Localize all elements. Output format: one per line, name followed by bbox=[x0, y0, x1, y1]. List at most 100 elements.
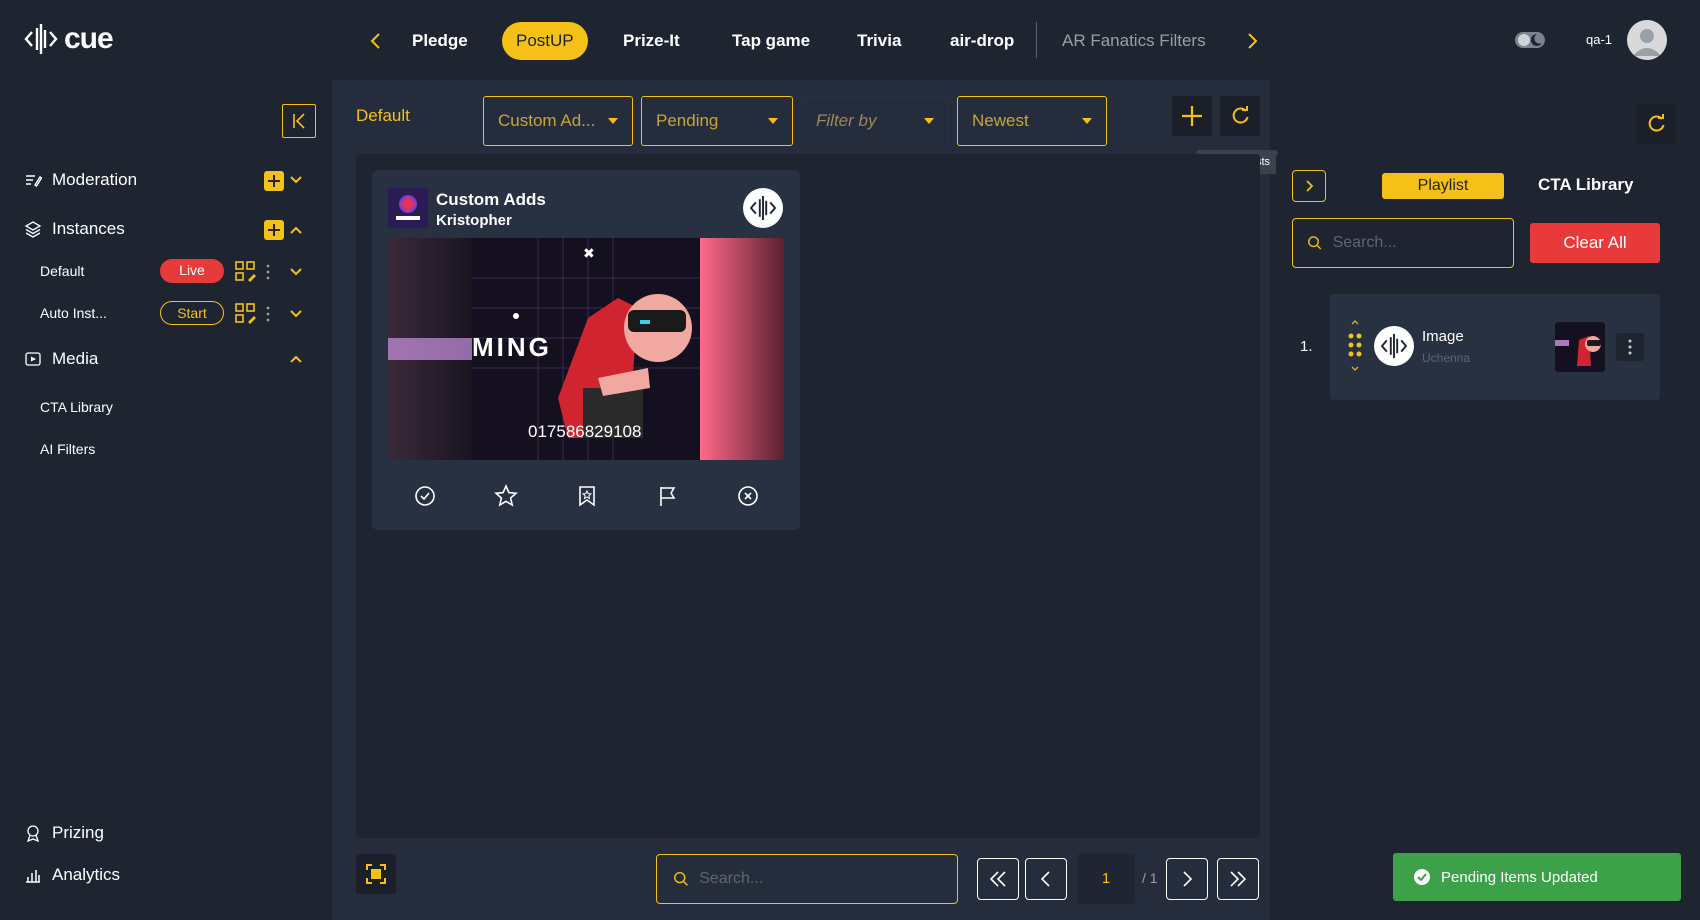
logo-text: cue bbox=[64, 22, 114, 55]
tab-postup[interactable]: PostUP bbox=[502, 22, 588, 60]
sidebar-item-ai-filters[interactable]: AI Filters bbox=[40, 441, 95, 457]
playlist-search[interactable] bbox=[1292, 218, 1514, 268]
tab-tap-game[interactable]: Tap game bbox=[718, 22, 824, 60]
tab-trivia[interactable]: Trivia bbox=[843, 22, 915, 60]
cue-logo-icon bbox=[24, 24, 58, 54]
bookmark-button[interactable] bbox=[575, 484, 599, 508]
moderation-icon bbox=[26, 175, 42, 187]
dropdown-value: Pending bbox=[656, 111, 719, 130]
plus-icon bbox=[268, 175, 280, 187]
status-filter-dropdown[interactable]: Pending bbox=[641, 96, 793, 146]
collapse-left-icon bbox=[293, 113, 305, 129]
user-avatar-icon bbox=[1633, 29, 1661, 56]
sidebar-item-analytics[interactable]: Analytics bbox=[24, 865, 120, 885]
add-moderation-button[interactable] bbox=[264, 171, 284, 191]
fit-view-button[interactable] bbox=[356, 854, 396, 894]
chevron-right-icon bbox=[1248, 33, 1258, 49]
playlist-item-thumbnail[interactable] bbox=[1555, 322, 1605, 372]
update-posts-button[interactable] bbox=[1220, 96, 1260, 136]
sidebar-item-label: Analytics bbox=[52, 865, 121, 884]
last-page-button[interactable] bbox=[1217, 858, 1259, 900]
add-instance-button[interactable] bbox=[264, 220, 284, 240]
cue-logo-icon bbox=[1380, 334, 1408, 358]
toast-notification: Pending Items Updated bbox=[1393, 853, 1681, 901]
bar-chart-icon bbox=[26, 870, 40, 883]
search-input[interactable] bbox=[1332, 234, 1499, 252]
type-filter-dropdown[interactable]: Custom Ad... bbox=[483, 96, 633, 146]
add-post-button[interactable] bbox=[1172, 96, 1212, 136]
instance-start-button[interactable]: Start bbox=[160, 301, 224, 325]
x-circle-icon bbox=[738, 486, 758, 506]
cue-logo-icon bbox=[749, 196, 777, 220]
clear-all-button[interactable]: Clear All bbox=[1530, 223, 1660, 263]
playlist-expand-button[interactable] bbox=[1292, 170, 1326, 202]
chevron-left-icon bbox=[370, 33, 380, 49]
filter-by-dropdown[interactable]: Filter by bbox=[801, 96, 949, 146]
playlist-item-logo bbox=[1374, 326, 1414, 366]
tab-air-drop[interactable]: air-drop bbox=[936, 22, 1028, 60]
instance-default-expand-button[interactable] bbox=[288, 264, 304, 280]
sidebar-item-cta-library[interactable]: CTA Library bbox=[40, 399, 113, 415]
tabs-prev-button[interactable] bbox=[366, 30, 386, 52]
focus-frame-icon bbox=[366, 864, 386, 884]
search-input[interactable] bbox=[699, 870, 941, 888]
tab-pledge[interactable]: Pledge bbox=[398, 22, 482, 60]
instance-default-menu-button[interactable] bbox=[264, 262, 272, 282]
sidebar-item-instances[interactable]: Instances bbox=[24, 219, 125, 239]
instance-auto-menu-button[interactable] bbox=[264, 304, 272, 324]
tab-prize-it[interactable]: Prize-It bbox=[609, 22, 694, 60]
kebab-menu-icon bbox=[1628, 339, 1632, 355]
instance-auto-expand-button[interactable] bbox=[288, 306, 304, 322]
tabs-next-button[interactable] bbox=[1242, 30, 1262, 52]
posts-search[interactable] bbox=[656, 854, 958, 904]
instance-auto-label[interactable]: Auto Inst... bbox=[40, 305, 107, 321]
instance-live-badge[interactable]: Live bbox=[160, 259, 224, 283]
flag-button[interactable] bbox=[656, 484, 680, 508]
instances-collapse-button[interactable] bbox=[288, 222, 304, 238]
prev-page-button[interactable] bbox=[1025, 858, 1067, 900]
theme-toggle[interactable] bbox=[1514, 30, 1546, 50]
page-number-input[interactable]: 1 bbox=[1077, 854, 1135, 904]
sidebar-collapse-button[interactable] bbox=[282, 104, 316, 138]
instance-auto-qr-button[interactable] bbox=[234, 302, 258, 326]
sidebar-item-label: Prizing bbox=[52, 823, 104, 842]
app-logo[interactable]: cue bbox=[24, 22, 114, 56]
media-x-mark: ✖ bbox=[583, 245, 595, 261]
plus-icon bbox=[1182, 106, 1202, 126]
next-page-button[interactable] bbox=[1166, 858, 1208, 900]
first-page-button[interactable] bbox=[977, 858, 1019, 900]
playlist-item-subtitle: Uchenna bbox=[1422, 351, 1471, 365]
sidebar-item-prizing[interactable]: Prizing bbox=[24, 823, 104, 843]
post-source-logo bbox=[743, 188, 783, 228]
qr-code-edit-icon bbox=[235, 303, 256, 324]
playlist-item-index: 1. bbox=[1300, 338, 1313, 355]
sort-dropdown[interactable]: Newest bbox=[957, 96, 1107, 146]
post-overlay-number: 017586829108 bbox=[528, 422, 642, 441]
sidebar-item-media[interactable]: Media bbox=[24, 349, 98, 369]
reject-button[interactable] bbox=[736, 484, 760, 508]
tab-playlist[interactable]: Playlist bbox=[1382, 173, 1504, 199]
approve-button[interactable] bbox=[413, 484, 437, 508]
media-collapse-button[interactable] bbox=[288, 351, 304, 367]
playlist-refresh-button[interactable] bbox=[1636, 104, 1676, 144]
moderation-expand-button[interactable] bbox=[288, 172, 304, 188]
check-circle-icon bbox=[415, 486, 435, 506]
refresh-icon bbox=[1648, 114, 1665, 132]
award-icon bbox=[26, 825, 40, 842]
flag-icon bbox=[660, 487, 676, 506]
qr-code-edit-icon bbox=[235, 261, 256, 282]
tab-ar-fanatics-filters[interactable]: AR Fanatics Filters bbox=[1048, 22, 1220, 60]
drag-handle[interactable] bbox=[1346, 318, 1364, 374]
instance-default-label[interactable]: Default bbox=[40, 263, 84, 279]
playlist-item-menu-button[interactable] bbox=[1616, 333, 1644, 361]
caret-down-icon bbox=[924, 118, 934, 124]
chevrons-right-icon bbox=[1230, 871, 1247, 887]
tab-divider bbox=[1036, 22, 1037, 58]
tab-cta-library[interactable]: CTA Library bbox=[1538, 175, 1633, 195]
sidebar-item-moderation[interactable]: Moderation bbox=[24, 170, 137, 190]
media-glitch-text: MING bbox=[472, 332, 552, 362]
avatar[interactable] bbox=[1627, 20, 1667, 60]
instance-default-qr-button[interactable] bbox=[234, 260, 258, 284]
favorite-button[interactable] bbox=[494, 484, 518, 508]
caret-down-icon bbox=[768, 118, 778, 124]
